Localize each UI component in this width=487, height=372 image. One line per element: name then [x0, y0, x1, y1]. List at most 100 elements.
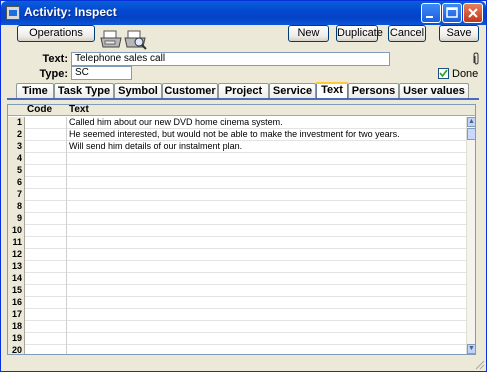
text-label: Text: — [42, 53, 68, 65]
text-column-header: Text — [69, 104, 89, 115]
row-number: 14 — [8, 273, 25, 285]
code-cell[interactable] — [25, 213, 67, 225]
tab-symbol[interactable]: Symbol — [114, 83, 162, 99]
tab-service[interactable]: Service — [269, 83, 316, 99]
attachment-icon[interactable] — [471, 52, 481, 66]
code-cell[interactable] — [25, 321, 67, 333]
new-button[interactable]: New — [288, 25, 329, 42]
table-row[interactable]: 9 — [8, 213, 466, 225]
code-cell[interactable] — [25, 117, 67, 129]
code-cell[interactable] — [25, 285, 67, 297]
table-row[interactable]: 6 — [8, 177, 466, 189]
tab-persons[interactable]: Persons — [348, 83, 399, 99]
code-cell[interactable] — [25, 141, 67, 153]
table-row[interactable]: 13 — [8, 261, 466, 273]
text-cell[interactable]: Will send him details of our instalment … — [69, 141, 242, 153]
code-cell[interactable] — [25, 165, 67, 177]
code-cell[interactable] — [25, 153, 67, 165]
operations-button[interactable]: Operations — [17, 25, 95, 42]
table-row[interactable]: 2 He seemed interested, but would not be … — [8, 129, 466, 141]
maximize-icon — [446, 7, 458, 18]
table-row[interactable]: 17 — [8, 309, 466, 321]
vertical-scrollbar[interactable]: ▲ ▼ — [466, 117, 475, 354]
cancel-button[interactable]: Cancel — [388, 25, 426, 42]
table-row[interactable]: 12 — [8, 249, 466, 261]
row-number: 1 — [8, 117, 25, 129]
table-row[interactable]: 3 Will send him details of our instalment… — [8, 141, 466, 153]
table-row[interactable]: 8 — [8, 201, 466, 213]
row-number: 8 — [8, 201, 25, 213]
code-cell[interactable] — [25, 177, 67, 189]
type-label: Type: — [39, 68, 68, 80]
code-cell[interactable] — [25, 273, 67, 285]
code-cell[interactable] — [25, 189, 67, 201]
table-row[interactable]: 5 — [8, 165, 466, 177]
title-bar[interactable]: Activity: Inspect — [1, 1, 486, 25]
row-number: 16 — [8, 297, 25, 309]
duplicate-button[interactable]: Duplicate — [336, 25, 383, 42]
done-label: Done — [452, 68, 479, 80]
table-row[interactable]: 16 — [8, 297, 466, 309]
table-row[interactable]: 10 — [8, 225, 466, 237]
code-cell[interactable] — [25, 201, 67, 213]
scroll-down-button[interactable]: ▼ — [467, 344, 475, 354]
code-column-header: Code — [27, 104, 52, 115]
minimize-icon — [426, 16, 433, 18]
maximize-button[interactable] — [442, 3, 462, 23]
scroll-thumb[interactable] — [467, 128, 475, 140]
row-number: 5 — [8, 165, 25, 177]
row-number: 10 — [8, 225, 25, 237]
table-row[interactable]: 14 — [8, 273, 466, 285]
resize-grip-icon[interactable] — [473, 358, 485, 370]
code-cell[interactable] — [25, 309, 67, 321]
tab-task-type[interactable]: Task Type — [54, 83, 114, 99]
row-number: 3 — [8, 141, 25, 153]
row-number: 9 — [8, 213, 25, 225]
tab-user-values[interactable]: User values — [399, 83, 469, 99]
close-button[interactable] — [463, 3, 483, 23]
code-cell[interactable] — [25, 249, 67, 261]
row-number: 12 — [8, 249, 25, 261]
scroll-up-button[interactable]: ▲ — [467, 117, 475, 127]
table-row[interactable]: 4 — [8, 153, 466, 165]
text-grid[interactable]: Code Text 1 Called him about our new DVD … — [7, 104, 476, 355]
table-row[interactable]: 15 — [8, 285, 466, 297]
code-cell[interactable] — [25, 129, 67, 141]
row-number: 13 — [8, 261, 25, 273]
table-row[interactable]: 20 — [8, 345, 466, 354]
table-row[interactable]: 1 Called him about our new DVD home cinem… — [8, 117, 466, 129]
code-cell[interactable] — [25, 345, 67, 354]
table-row[interactable]: 18 — [8, 321, 466, 333]
code-cell[interactable] — [25, 297, 67, 309]
type-field[interactable]: SC — [71, 66, 132, 80]
code-cell[interactable] — [25, 225, 67, 237]
minimize-button[interactable] — [421, 3, 441, 23]
tab-project[interactable]: Project — [218, 83, 269, 99]
window-title: Activity: Inspect — [24, 5, 117, 19]
print-preview-icon[interactable] — [123, 30, 147, 50]
code-cell[interactable] — [25, 333, 67, 345]
done-checkbox[interactable] — [438, 68, 449, 79]
text-cell[interactable]: Called him about our new DVD home cinema… — [69, 117, 283, 129]
text-cell[interactable]: He seemed interested, but would not be a… — [69, 129, 400, 141]
tab-customer[interactable]: Customer — [162, 83, 218, 99]
row-number: 20 — [8, 345, 25, 354]
code-cell[interactable] — [25, 261, 67, 273]
row-number: 2 — [8, 129, 25, 141]
app-icon — [6, 6, 20, 20]
table-row[interactable]: 11 — [8, 237, 466, 249]
text-field[interactable]: Telephone sales call — [71, 52, 390, 66]
table-row[interactable]: 19 — [8, 333, 466, 345]
tab-text[interactable]: Text — [316, 82, 348, 99]
activity-window: Activity: Inspect Operations New Duplica… — [0, 0, 487, 372]
tab-time[interactable]: Time — [16, 83, 54, 99]
print-icon[interactable] — [99, 30, 123, 50]
row-number: 15 — [8, 285, 25, 297]
grid-header: Code Text — [8, 105, 475, 116]
table-row[interactable]: 7 — [8, 189, 466, 201]
row-number: 19 — [8, 333, 25, 345]
row-number: 4 — [8, 153, 25, 165]
save-button[interactable]: Save — [439, 25, 479, 42]
close-icon — [468, 8, 478, 18]
code-cell[interactable] — [25, 237, 67, 249]
